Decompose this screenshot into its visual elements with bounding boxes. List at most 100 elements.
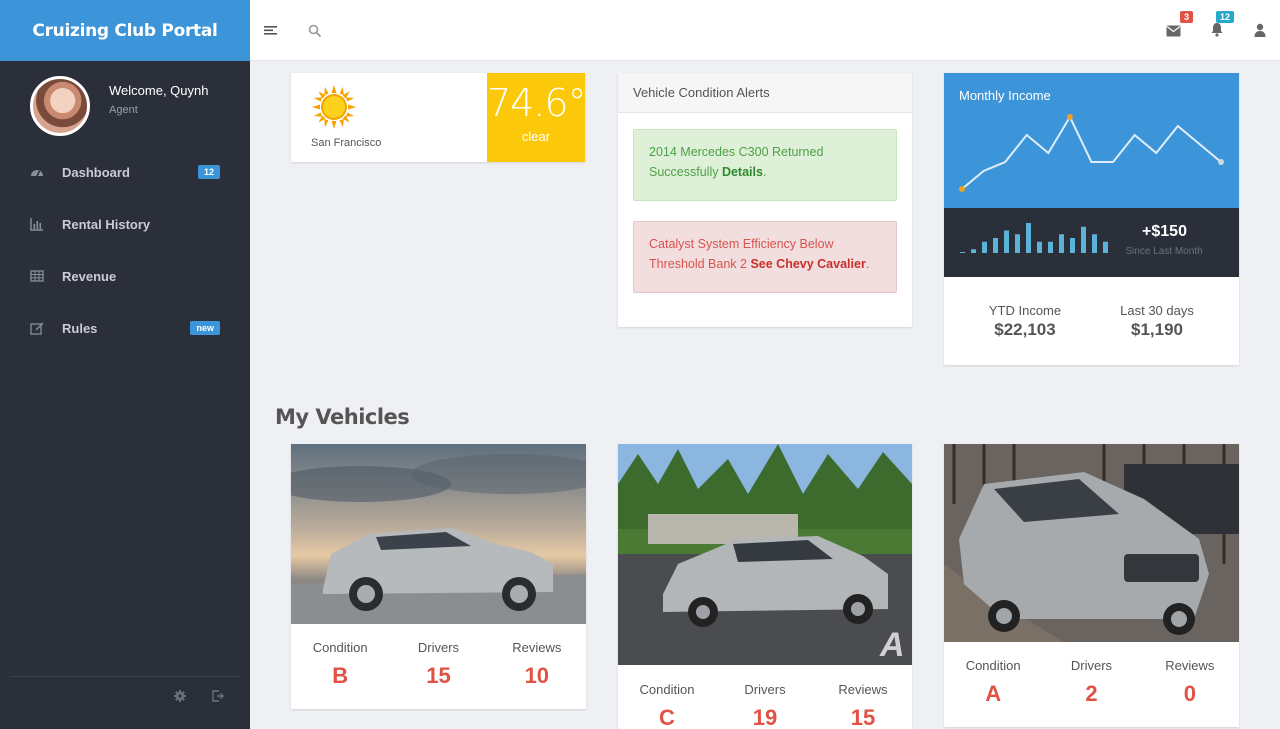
condition-label: Condition (639, 682, 695, 697)
my-vehicles-heading: My Vehicles (275, 405, 410, 429)
sidebar-item-label: Revenue (62, 268, 117, 284)
vehicle-photo-sedan[interactable]: A (618, 444, 912, 665)
last-30-days-value: $1,190 (1131, 320, 1183, 339)
income-change-value: +$150 (1142, 223, 1187, 240)
condition-label: Condition (312, 640, 368, 655)
income-point (959, 186, 965, 192)
sidebar-item-revenue[interactable]: Revenue (0, 250, 250, 302)
sidebar-item-rules[interactable]: Rules new (0, 302, 250, 354)
user-icon[interactable] (1254, 23, 1266, 42)
weather-widget: San Francisco 74.6° clear (291, 73, 587, 162)
vehicle-card[interactable]: Condition A Drivers 2 Reviews 0 (944, 444, 1239, 727)
mail-count-badge: 3 (1180, 11, 1194, 23)
condition-value: A (985, 681, 1002, 706)
ytd-income-label: YTD Income (988, 303, 1062, 318)
bar-chart-icon (30, 217, 44, 231)
alerts-title: Vehicle Condition Alerts (618, 73, 912, 113)
reviews-stat: Reviews 0 (1141, 658, 1238, 707)
success-alert: 2014 Mercedes C300 Returned Successfully… (633, 129, 897, 201)
reviews-label: Reviews (1165, 658, 1215, 673)
dashboard-icon (30, 165, 44, 179)
drivers-label: Drivers (417, 640, 460, 655)
monthly-income-widget: Monthly Income +$150 Since Last Month YT… (944, 73, 1239, 365)
vehicle-photo-mercedes[interactable] (944, 444, 1239, 642)
ytd-income-stat: YTD Income $22,103 (965, 303, 1085, 340)
search-icon[interactable] (308, 24, 322, 43)
income-change-label: Since Last Month (1125, 246, 1203, 257)
sidebar-item-rental-history[interactable]: Rental History (0, 198, 250, 250)
edit-icon (30, 321, 44, 335)
income-chart-area: Monthly Income (944, 73, 1239, 208)
vehicle-card[interactable]: A Condition C Drivers 19 Reviews 15 (618, 444, 912, 729)
income-bar-baseline (960, 252, 965, 253)
danger-alert: Catalyst System Efficiency Below Thresho… (633, 221, 897, 293)
sidebar-item-label: Rules (62, 320, 98, 336)
vehicle-card[interactable]: Condition B Drivers 15 Reviews 10 (291, 444, 586, 709)
vehicle-photo-suv[interactable] (291, 444, 586, 624)
income-bar (1081, 226, 1086, 253)
condition-stat: Condition B (291, 640, 388, 689)
rules-new-badge: new (190, 321, 220, 335)
reviews-stat: Reviews 10 (488, 640, 585, 689)
income-bar (1092, 234, 1097, 253)
drivers-value: 15 (426, 663, 451, 688)
top-bar: 3 12 (250, 0, 1280, 61)
bell-icon[interactable] (1210, 22, 1224, 42)
income-bar (971, 249, 976, 253)
sidebar-nav: Dashboard 12 Rental History Revenue Rule… (0, 146, 250, 354)
condition-stat: Condition C (618, 682, 715, 729)
income-bar (1037, 241, 1042, 253)
income-bar (993, 238, 998, 253)
income-point (1218, 159, 1224, 165)
sidebar-item-dashboard[interactable]: Dashboard 12 (0, 146, 250, 198)
condition-label: Condition (965, 658, 1021, 673)
settings-icon[interactable] (174, 689, 186, 702)
drivers-stat: Drivers 19 (716, 682, 813, 729)
sidebar-footer (10, 676, 240, 716)
reviews-stat: Reviews 15 (814, 682, 911, 729)
welcome-text: Welcome, Quynh (109, 82, 209, 98)
income-bar (1070, 238, 1075, 253)
success-alert-end: . (762, 165, 767, 179)
user-profile: Welcome, Quynh Agent (30, 76, 208, 136)
dashboard-badge: 12 (197, 165, 220, 179)
see-chevy-cavalier-link[interactable]: See Chevy Cavalier (750, 257, 865, 271)
logout-icon[interactable] (212, 689, 224, 702)
last-30-days-stat: Last 30 days $1,190 (1097, 303, 1217, 340)
reviews-value: 15 (850, 705, 876, 729)
weather-condition: clear (521, 129, 551, 144)
income-summary-bar: +$150 Since Last Month (944, 208, 1239, 277)
temperature-panel: 74.6° clear (487, 73, 587, 162)
income-bar (1004, 230, 1009, 253)
vehicle-alerts-panel: Vehicle Condition Alerts 2014 Mercedes C… (618, 73, 912, 327)
mail-icon[interactable] (1166, 24, 1181, 42)
income-bar-chart (960, 223, 1108, 253)
condition-value: B (332, 663, 349, 688)
reviews-label: Reviews (512, 640, 562, 655)
income-bar (1103, 241, 1108, 253)
watermark-logo: A (879, 626, 905, 664)
sun-icon (312, 85, 356, 134)
income-bar (1059, 234, 1064, 253)
weather-city: San Francisco (311, 137, 382, 149)
reviews-value: 10 (524, 663, 550, 688)
condition-stat: Condition A (944, 658, 1041, 707)
last-30-days-label: Last 30 days (1120, 303, 1194, 318)
drivers-value: 2 (1085, 681, 1098, 706)
avatar[interactable] (30, 76, 90, 136)
sidebar-item-label: Dashboard (62, 164, 130, 180)
condition-value: C (659, 705, 675, 729)
drivers-value: 19 (752, 705, 778, 729)
income-point (1066, 114, 1073, 120)
drivers-label: Drivers (1070, 658, 1113, 673)
reviews-value: 0 (1183, 681, 1196, 706)
table-icon (30, 269, 44, 283)
income-bar (1048, 241, 1053, 253)
drivers-label: Drivers (744, 682, 786, 697)
ytd-income-value: $22,103 (994, 320, 1056, 339)
app-title[interactable]: Cruizing Club Portal (0, 0, 250, 61)
income-bar (1026, 223, 1031, 253)
details-link[interactable]: Details (722, 165, 763, 179)
menu-toggle-icon[interactable] (264, 24, 278, 42)
sidebar-item-label: Rental History (62, 216, 151, 232)
